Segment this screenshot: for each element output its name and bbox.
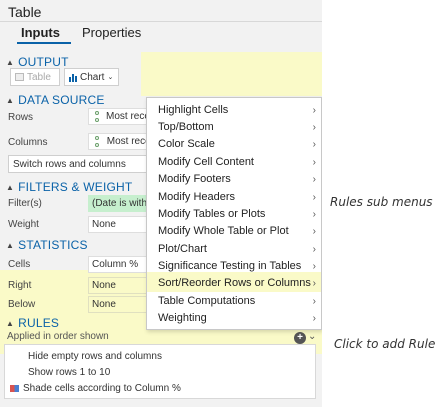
chart-output-button[interactable]: Chart ⌄ <box>64 68 119 86</box>
menu-item-sort-reorder[interactable]: Sort/Reorder Rows or Columns › <box>147 275 321 292</box>
right-label: Right <box>8 280 32 291</box>
section-statistics-label: STATISTICS <box>18 238 88 252</box>
menu-item-modify-tables-plots[interactable]: Modify Tables or Plots › <box>147 206 321 223</box>
rule-item-label: Shade cells according to Column % <box>23 383 181 394</box>
collapse-triangle-icon: ▲ <box>6 95 15 105</box>
menu-item-label: Plot/Chart <box>158 243 207 255</box>
menu-item-modify-cell-content[interactable]: Modify Cell Content › <box>147 154 321 171</box>
section-filters-weight[interactable]: ▲ FILTERS & WEIGHT <box>6 180 132 194</box>
add-rule-plus-icon[interactable]: + <box>294 332 306 344</box>
collapse-triangle-icon: ▲ <box>6 240 15 250</box>
bar-chart-icon <box>69 73 77 82</box>
panel-title: Table <box>8 4 42 20</box>
section-statistics[interactable]: ▲ STATISTICS <box>6 238 88 252</box>
rule-item[interactable]: Show rows 1 to 10 <box>28 367 110 378</box>
callout-rules-submenus: Rules sub menus <box>330 195 433 209</box>
switch-rows-columns-button[interactable]: Switch rows and columns <box>8 155 147 173</box>
chevron-down-icon: ⌄ <box>107 74 114 81</box>
section-rules-label: RULES <box>18 316 60 330</box>
rows-label: Rows <box>8 112 34 123</box>
menu-item-label: Highlight Cells <box>158 104 229 116</box>
menu-item-label: Table Computations <box>158 295 256 307</box>
collapse-triangle-icon: ▲ <box>6 318 15 328</box>
menu-item-label: Significance Testing in Tables <box>158 260 302 272</box>
weight-label: Weight <box>8 219 39 230</box>
collapse-triangle-icon: ▲ <box>6 57 15 67</box>
menu-item-label: Sort/Reorder Rows or Columns <box>158 277 311 289</box>
menu-item-significance-testing[interactable]: Significance Testing in Tables › <box>147 258 321 275</box>
menu-item-modify-footers[interactable]: Modify Footers › <box>147 171 321 188</box>
menu-item-highlight-cells[interactable]: Highlight Cells › <box>147 102 321 119</box>
add-rule-dropdown-icon[interactable]: ⌄ <box>308 331 316 342</box>
menu-item-label: Weighting <box>158 312 207 324</box>
menu-item-color-scale[interactable]: Color Scale › <box>147 136 321 153</box>
chevron-right-icon: › <box>312 244 316 255</box>
collapse-triangle-icon: ▲ <box>6 182 15 192</box>
section-rules[interactable]: ▲ RULES <box>6 316 59 330</box>
rules-submenu: Highlight Cells › Top/Bottom › Color Scale… <box>146 97 322 330</box>
chevron-right-icon: › <box>312 278 316 289</box>
chart-output-label: Chart <box>80 71 105 83</box>
table-output-button[interactable]: Table <box>10 68 60 86</box>
menu-item-weighting[interactable]: Weighting › <box>147 310 321 327</box>
menu-item-label: Modify Tables or Plots <box>158 208 266 220</box>
menu-item-label: Modify Headers <box>158 191 236 203</box>
section-data-source-label: DATA SOURCE <box>18 93 105 107</box>
rules-applied-note: Applied in order shown <box>7 331 109 342</box>
chevron-right-icon: › <box>312 296 316 307</box>
section-output-label: OUTPUT <box>18 55 69 69</box>
chevron-right-icon: › <box>312 174 316 185</box>
menu-item-label: Color Scale <box>158 138 215 150</box>
chevron-right-icon: › <box>312 157 316 168</box>
chevron-right-icon: › <box>312 122 316 133</box>
section-filters-weight-label: FILTERS & WEIGHT <box>18 180 133 194</box>
tab-properties[interactable]: Properties <box>82 25 141 40</box>
menu-item-table-computations[interactable]: Table Computations › <box>147 293 321 310</box>
chevron-right-icon: › <box>312 261 316 272</box>
chevron-right-icon: › <box>312 192 316 203</box>
columns-label: Columns <box>8 137 48 148</box>
active-tab-indicator <box>17 42 71 44</box>
highlight-output-area <box>141 52 322 96</box>
title-divider <box>0 21 322 22</box>
menu-item-modify-whole-table[interactable]: Modify Whole Table or Plot › <box>147 223 321 240</box>
variable-set-icon <box>95 136 100 147</box>
menu-item-label: Modify Whole Table or Plot <box>158 225 289 237</box>
chevron-right-icon: › <box>312 313 316 324</box>
table-icon <box>15 73 24 81</box>
inputs-panel: Table Inputs Properties ▲ OUTPUT Table C… <box>0 0 322 407</box>
rule-item[interactable]: Shade cells according to Column % <box>10 383 181 394</box>
variable-set-icon <box>95 111 99 122</box>
section-output[interactable]: ▲ OUTPUT <box>6 55 69 69</box>
menu-item-top-bottom[interactable]: Top/Bottom › <box>147 119 321 136</box>
menu-item-plot-chart[interactable]: Plot/Chart › <box>147 241 321 258</box>
filter-label: Filter(s) <box>8 198 42 209</box>
chevron-right-icon: › <box>312 105 316 116</box>
rules-list: Hide empty rows and columns Show rows 1 … <box>4 344 316 399</box>
below-label: Below <box>8 299 36 310</box>
shading-icon <box>10 385 19 392</box>
menu-item-label: Modify Cell Content <box>158 156 254 168</box>
cells-label: Cells <box>8 259 31 270</box>
menu-item-label: Modify Footers <box>158 173 231 185</box>
menu-item-label: Top/Bottom <box>158 121 214 133</box>
rule-item[interactable]: Hide empty rows and columns <box>28 351 162 362</box>
menu-item-modify-headers[interactable]: Modify Headers › <box>147 189 321 206</box>
chevron-right-icon: › <box>312 226 316 237</box>
chevron-right-icon: › <box>312 209 316 220</box>
chevron-right-icon: › <box>312 139 316 150</box>
callout-add-rule: Click to add Rule <box>334 337 436 351</box>
section-data-source[interactable]: ▲ DATA SOURCE <box>6 93 105 107</box>
table-output-label: Table <box>27 71 51 83</box>
tab-inputs[interactable]: Inputs <box>21 25 60 40</box>
